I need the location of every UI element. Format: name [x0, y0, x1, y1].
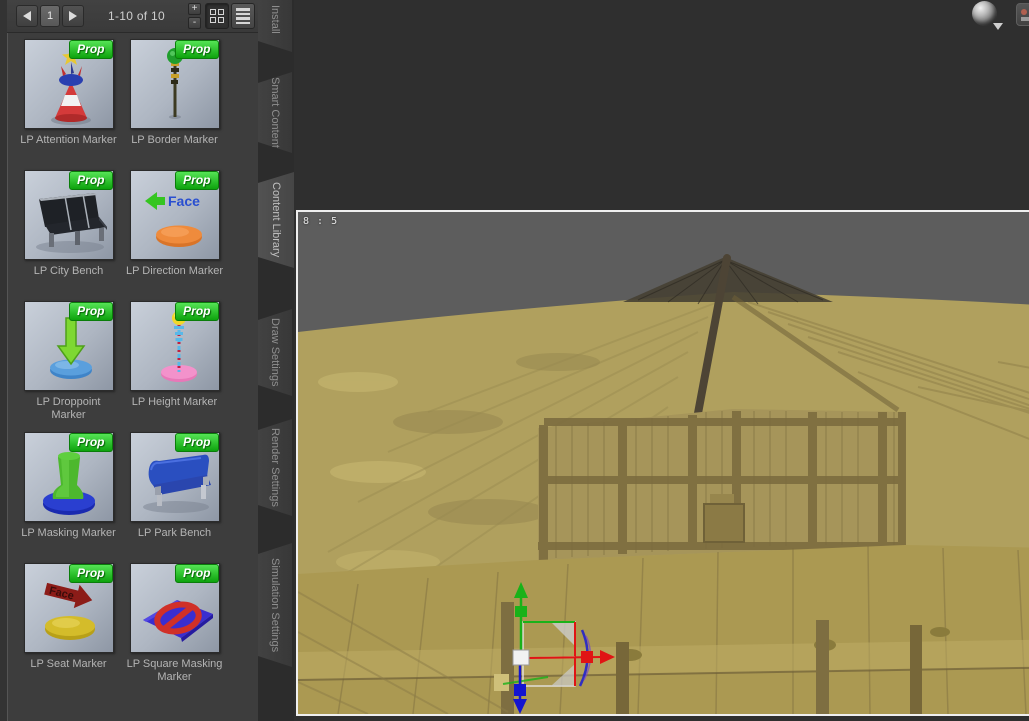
prev-page-button[interactable] — [16, 5, 38, 27]
prop-badge: Prop — [69, 433, 113, 452]
prop-badge: Prop — [175, 40, 219, 59]
viewport-3d[interactable]: 8 : 5 — [294, 0, 1029, 721]
tab-smart-content[interactable]: Smart Content — [258, 72, 292, 153]
prop-card-height-marker[interactable]: Prop LP Height Marker — [126, 301, 223, 423]
prop-card-masking-marker[interactable]: Prop LP Masking Marker — [20, 432, 117, 554]
drawstyle-sphere-icon[interactable] — [972, 1, 1003, 30]
prop-card-square-masking-marker[interactable]: Prop LP Square Masking Marker — [126, 563, 223, 685]
prop-badge: Prop — [69, 40, 113, 59]
thumb-size-stepper: + - — [188, 2, 201, 30]
seat-face-text: Face — [47, 585, 74, 603]
tab-draw-settings[interactable]: Draw Settings — [258, 309, 292, 396]
prop-badge: Prop — [69, 302, 113, 321]
prop-label: LP Masking Marker — [21, 527, 116, 539]
prop-label: LP City Bench — [33, 265, 104, 277]
prop-card-droppoint-marker[interactable]: Prop LP Droppoint Marker — [20, 301, 117, 423]
tab-render-settings[interactable]: Render Settings — [258, 419, 292, 516]
current-page-button[interactable]: 1 — [40, 5, 60, 27]
aspect-frame[interactable]: 8 : 5 — [296, 210, 1029, 716]
prop-grid: Prop LP Attention Marker Prop LP Border … — [7, 33, 258, 685]
prop-badge: Prop — [175, 433, 219, 452]
right-arrow-icon — [69, 11, 77, 21]
prop-badge: Prop — [175, 564, 219, 583]
prop-label: LP Seat Marker — [30, 658, 107, 670]
prop-badge: Prop — [69, 171, 113, 190]
prop-label: LP Direction Marker — [126, 265, 223, 277]
prop-label: LP Droppoint Marker — [36, 396, 101, 421]
daz-studio-window: 1 1-10 of 10 + - Prop LP Attention Marke… — [0, 0, 1029, 721]
pane-tabstrip: Install Smart Content Content Library Dr… — [258, 0, 294, 721]
direction-face-text: Face — [168, 193, 200, 209]
gable-window — [703, 503, 745, 543]
page-range-label: 1-10 of 10 — [107, 9, 166, 23]
size-increase-button[interactable]: + — [188, 3, 201, 15]
prop-badge: Prop — [175, 171, 219, 190]
prop-card-city-bench[interactable]: Prop LP City Bench — [20, 170, 117, 292]
list-view-button[interactable] — [231, 3, 255, 29]
tab-simulation-settings[interactable]: Simulation Settings — [258, 543, 292, 667]
square-masking-marker-thumbnail: Prop — [129, 563, 220, 653]
prop-label: LP Border Marker — [131, 134, 218, 146]
gizmo-center-cube[interactable] — [512, 649, 530, 666]
left-arrow-icon — [23, 11, 31, 21]
aspect-ratio-label: 8 : 5 — [303, 216, 339, 227]
prop-card-attention-marker[interactable]: Prop LP Attention Marker — [20, 39, 117, 161]
prop-card-direction-marker[interactable]: Face Prop LP Direction Marker — [126, 170, 223, 292]
seat-marker-thumbnail: Face Prop — [23, 563, 114, 653]
height-marker-thumbnail: Prop — [129, 301, 220, 391]
prop-card-border-marker[interactable]: Prop LP Border Marker — [126, 39, 223, 161]
prop-card-park-bench[interactable]: Prop LP Park Bench — [126, 432, 223, 554]
park-bench-thumbnail: Prop — [129, 432, 220, 522]
droppoint-marker-thumbnail: Prop — [23, 301, 114, 391]
library-pager-toolbar: 1 1-10 of 10 + - — [7, 0, 258, 33]
attention-marker-thumbnail: Prop — [23, 39, 114, 129]
tab-install[interactable]: Install — [258, 0, 292, 52]
prop-badge: Prop — [175, 302, 219, 321]
masking-marker-thumbnail: Prop — [23, 432, 114, 522]
content-library-panel: 1 1-10 of 10 + - Prop LP Attention Marke… — [0, 0, 258, 721]
grid-view-button[interactable] — [205, 3, 229, 29]
size-decrease-button[interactable]: - — [188, 17, 201, 29]
prop-label: LP Height Marker — [131, 396, 218, 408]
direction-marker-thumbnail: Face Prop — [129, 170, 220, 260]
scene-render[interactable] — [298, 212, 1029, 714]
border-marker-thumbnail: Prop — [129, 39, 220, 129]
prop-label: LP Square Masking Marker — [126, 658, 223, 683]
tab-content-library[interactable]: Content Library — [258, 172, 294, 268]
list-view-icon — [236, 8, 250, 24]
grid-view-icon — [210, 9, 224, 23]
next-page-button[interactable] — [62, 5, 84, 27]
prop-label: LP Park Bench — [137, 527, 212, 539]
pane-handle-icon[interactable] — [1016, 3, 1029, 26]
prop-card-seat-marker[interactable]: Face Prop LP Seat Marker — [20, 563, 117, 685]
city-bench-thumbnail: Prop — [23, 170, 114, 260]
prop-badge: Prop — [69, 564, 113, 583]
prop-label: LP Attention Marker — [20, 134, 117, 146]
